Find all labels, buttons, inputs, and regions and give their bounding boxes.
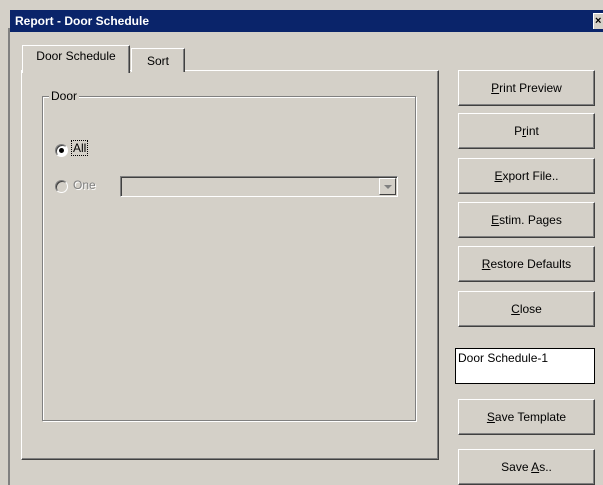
radio-one-label[interactable]: One: [73, 178, 96, 192]
close-icon: ×: [595, 15, 602, 27]
mnemonic: P: [491, 81, 500, 95]
button-label: ave Template: [494, 410, 567, 424]
radio-selected-dot: [59, 148, 64, 153]
tab-door-schedule[interactable]: Door Schedule: [22, 45, 130, 73]
door-groupbox: [42, 96, 416, 421]
door-group-label: Door: [49, 89, 80, 103]
radio-all[interactable]: [55, 144, 68, 157]
title-bar[interactable]: Report - Door Schedule ×: [10, 10, 603, 32]
mnemonic: A: [531, 460, 540, 474]
estim-pages-button[interactable]: Estim. Pages: [458, 202, 595, 238]
tab-sort[interactable]: Sort: [131, 48, 185, 72]
window-edge: [8, 28, 10, 485]
tab-label: Sort: [146, 54, 169, 68]
door-select-combo[interactable]: [120, 176, 398, 197]
button-label: P: [514, 124, 523, 138]
button-label: int: [526, 124, 539, 138]
report-dialog: Report - Door Schedule × Door Schedule S…: [0, 0, 603, 485]
button-label: stim. Pages: [499, 213, 562, 227]
mnemonic: E: [491, 213, 500, 227]
button-label: s..: [539, 460, 552, 474]
button-label: estore Defaults: [490, 257, 572, 271]
button-label: rint Preview: [499, 81, 562, 95]
button-label: lose: [519, 302, 542, 316]
export-file-button[interactable]: Export File..: [458, 158, 595, 194]
radio-all-label[interactable]: All: [70, 140, 89, 156]
restore-defaults-button[interactable]: Restore Defaults: [458, 246, 595, 282]
radio-one[interactable]: [55, 180, 68, 193]
button-label: xport File..: [502, 169, 559, 183]
close-window-button[interactable]: ×: [593, 13, 603, 29]
window-title: Report - Door Schedule: [15, 14, 150, 28]
save-as-button[interactable]: Save As..: [458, 449, 595, 485]
chevron-down-icon[interactable]: [379, 178, 396, 195]
print-button[interactable]: Print: [458, 113, 595, 149]
print-preview-button[interactable]: Print Preview: [458, 70, 595, 106]
mnemonic: S: [486, 410, 495, 424]
mnemonic: C: [511, 302, 520, 316]
close-button[interactable]: Close: [458, 291, 595, 327]
template-name-input[interactable]: Door Schedule-1: [455, 348, 595, 384]
save-template-button[interactable]: Save Template: [458, 399, 595, 435]
mnemonic: E: [494, 169, 503, 183]
button-label: Save: [501, 460, 532, 474]
tab-label: Door Schedule: [36, 49, 116, 63]
